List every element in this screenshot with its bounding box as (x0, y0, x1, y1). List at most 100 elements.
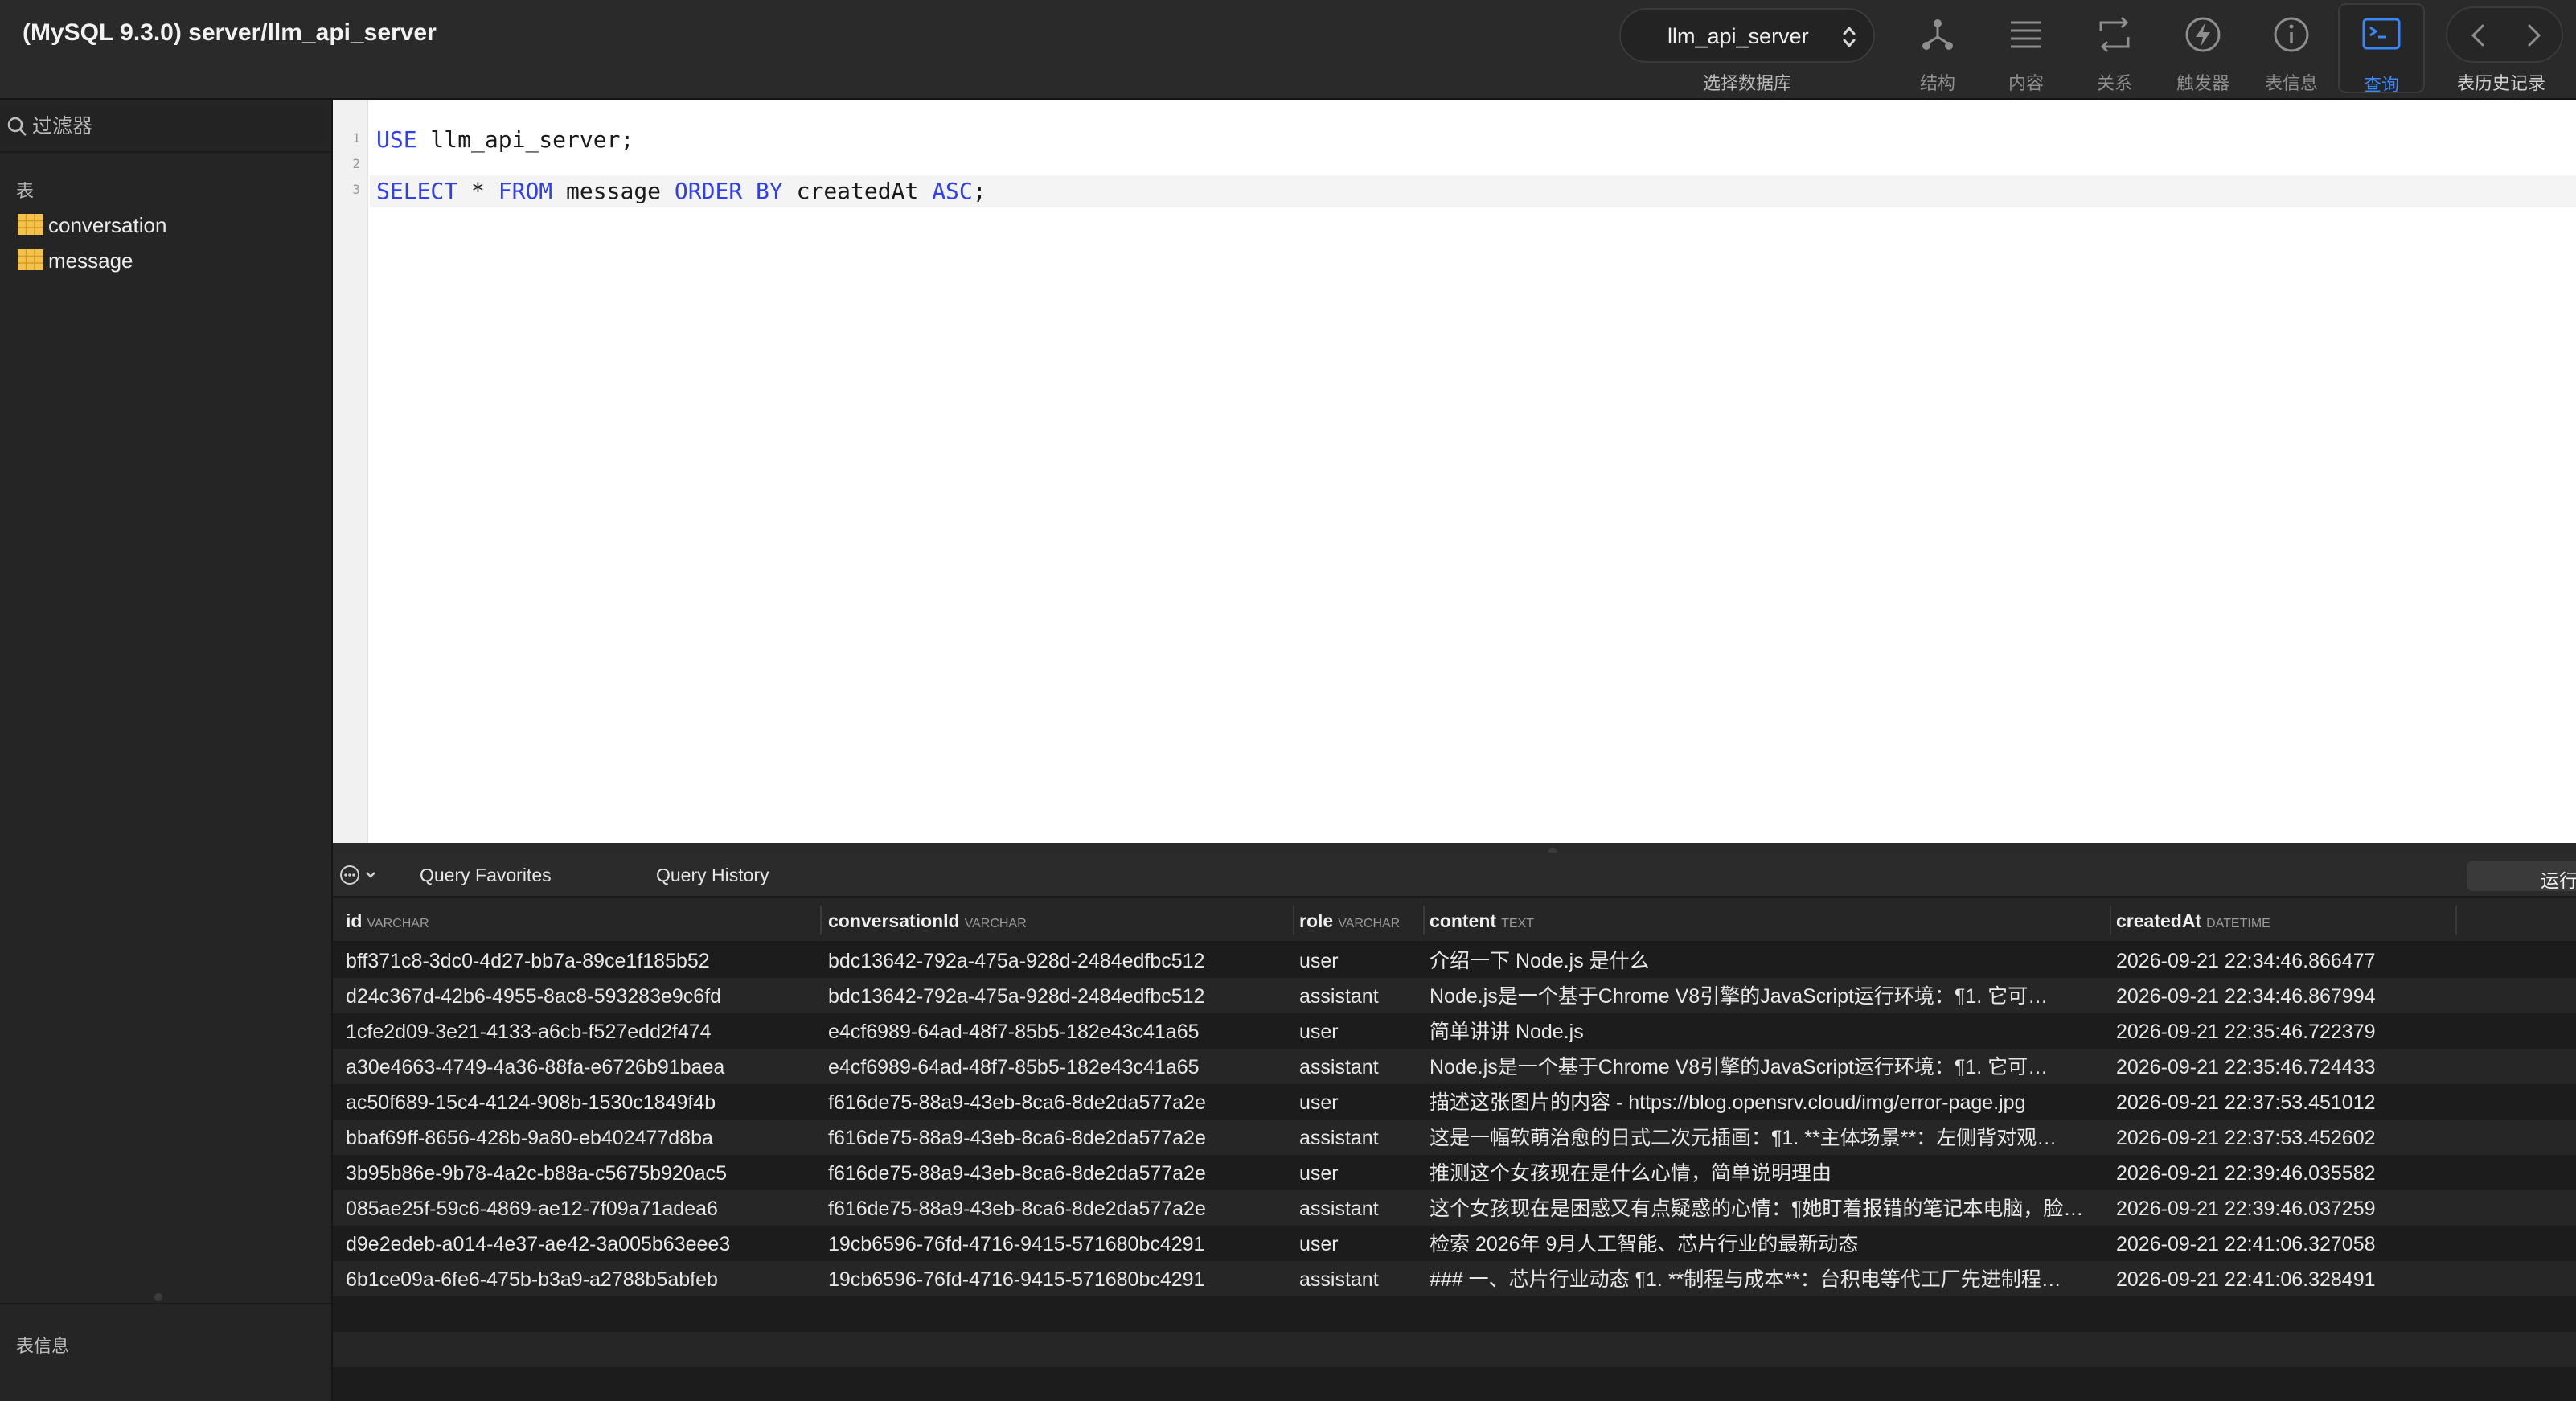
cell-id[interactable]: d9e2edeb-a014-4e37-ae42-3a005b63eee3 (346, 1232, 804, 1256)
cell-id[interactable]: bbaf69ff-8656-428b-9a80-eb402477d8ba (346, 1126, 804, 1150)
tool-query[interactable]: 查询 (2338, 3, 2425, 95)
cell-content[interactable]: 这是一幅软萌治愈的日式二次元插画：¶1. **主体场景**：左侧背对观… (1430, 1126, 2105, 1150)
filter-input[interactable] (32, 113, 314, 140)
table-row[interactable]: bff371c8-3dc0-4d27-bb7a-89ce1f185b52 bdc1… (333, 943, 2576, 978)
column-divider[interactable] (1293, 906, 1294, 935)
cell-content[interactable]: Node.js是一个基于Chrome V8引擎的JavaScript运行环境：¶… (1430, 984, 2105, 1009)
cell-created-at[interactable]: 2026-09-21 22:37:53.452602 (2116, 1126, 2566, 1150)
cell-conversation-id[interactable]: bdc13642-792a-475a-928d-2484edfbc512 (828, 984, 1286, 1009)
tool-relations[interactable]: 关系 (2074, 0, 2155, 95)
cell-conversation-id[interactable]: f616de75-88a9-43eb-8ca6-8de2da577a2e (828, 1091, 1286, 1115)
cell-content[interactable]: 简单讲讲 Node.js (1430, 1020, 2105, 1044)
chevron-left-icon[interactable] (2462, 18, 2497, 53)
column-divider[interactable] (2455, 906, 2457, 935)
cell-id[interactable]: 3b95b86e-9b78-4a2c-b88a-c5675b920ac5 (346, 1161, 804, 1185)
column-divider[interactable] (2110, 906, 2111, 935)
cell-id[interactable]: a30e4663-4749-4a36-88fa-e6726b91baea (346, 1055, 804, 1079)
table-row[interactable]: 1cfe2d09-3e21-4133-a6cb-f527edd2f474 e4cf… (333, 1013, 2576, 1049)
sidebar: 表 conversation message 表信息 (0, 100, 333, 1401)
cell-id[interactable]: bff371c8-3dc0-4d27-bb7a-89ce1f185b52 (346, 949, 804, 973)
cell-created-at[interactable]: 2026-09-21 22:41:06.328491 (2116, 1267, 2566, 1292)
cell-content[interactable]: 检索 2026年 9月人工智能、芯片行业的最新动态 (1430, 1232, 2105, 1256)
cell-content[interactable]: Node.js是一个基于Chrome V8引擎的JavaScript运行环境：¶… (1430, 1055, 2105, 1079)
more-options-icon[interactable] (338, 862, 381, 888)
cell-created-at[interactable]: 2026-09-21 22:41:06.327058 (2116, 1232, 2566, 1256)
database-select[interactable]: llm_api_server (1619, 8, 1875, 63)
cell-role[interactable]: user (1299, 1091, 1420, 1115)
tool-relations-label: 关系 (2096, 73, 2132, 93)
cell-content[interactable]: 介绍一下 Node.js 是什么 (1430, 949, 2105, 973)
sql-text: message (552, 178, 675, 204)
tool-content[interactable]: 内容 (1986, 0, 2066, 95)
table-row[interactable]: bbaf69ff-8656-428b-9a80-eb402477d8ba f616… (333, 1120, 2576, 1155)
cell-id[interactable]: ac50f689-15c4-4124-908b-1530c1849f4b (346, 1091, 804, 1115)
tab-query-favorites[interactable]: Query Favorites (420, 865, 552, 886)
info-icon (2274, 17, 2309, 52)
tool-triggers[interactable]: 触发器 (2163, 0, 2243, 95)
cell-id[interactable]: 6b1ce09a-6fe6-475b-b3a9-a2788b5abfeb (346, 1267, 804, 1292)
cell-created-at[interactable]: 2026-09-21 22:39:46.035582 (2116, 1161, 2566, 1185)
tool-structure[interactable]: 结构 (1897, 0, 1978, 95)
table-row[interactable]: d9e2edeb-a014-4e37-ae42-3a005b63eee3 19cb… (333, 1226, 2576, 1261)
sidebar-item-message[interactable]: message (18, 246, 323, 275)
grid-header: id VARCHAR conversationId VARCHAR role VARC… (333, 898, 2576, 943)
cell-role[interactable]: assistant (1299, 1197, 1420, 1221)
table-row[interactable]: 085ae25f-59c6-4869-ae12-7f09a71adea6 f616… (333, 1190, 2576, 1226)
cell-created-at[interactable]: 2026-09-21 22:39:46.037259 (2116, 1197, 2566, 1221)
cell-role[interactable]: assistant (1299, 984, 1420, 1009)
column-divider[interactable] (1423, 906, 1425, 935)
cell-role[interactable]: assistant (1299, 1126, 1420, 1150)
cell-conversation-id[interactable]: 19cb6596-76fd-4716-9415-571680bc4291 (828, 1267, 1286, 1292)
cell-created-at[interactable]: 2026-09-21 22:35:46.724433 (2116, 1055, 2566, 1079)
table-row[interactable]: 6b1ce09a-6fe6-475b-b3a9-a2788b5abfeb 19cb… (333, 1261, 2576, 1296)
sql-editor[interactable]: 1 2 3 USE llm_api_server; SELECT * FROM … (333, 100, 2576, 843)
cell-conversation-id[interactable]: e4cf6989-64ad-48f7-85b5-182e43c41a65 (828, 1055, 1286, 1079)
cell-conversation-id[interactable]: e4cf6989-64ad-48f7-85b5-182e43c41a65 (828, 1020, 1286, 1044)
cell-created-at[interactable]: 2026-09-21 22:37:53.451012 (2116, 1091, 2566, 1115)
cell-conversation-id[interactable]: f616de75-88a9-43eb-8ca6-8de2da577a2e (828, 1126, 1286, 1150)
tab-query-history[interactable]: Query History (656, 865, 769, 886)
cell-content[interactable]: 描述这张图片的内容 - https://blog.opensrv.cloud/i… (1430, 1091, 2105, 1115)
table-row[interactable]: 3b95b86e-9b78-4a2c-b88a-c5675b920ac5 f616… (333, 1155, 2576, 1190)
cell-created-at[interactable]: 2026-09-21 22:34:46.867994 (2116, 984, 2566, 1009)
tool-table-info[interactable]: 表信息 (2251, 0, 2332, 95)
run-button[interactable]: 运行 (2467, 861, 2576, 891)
cell-role[interactable]: user (1299, 1232, 1420, 1256)
cell-content[interactable]: ### 一、芯片行业动态 ¶1. **制程与成本**：台积电等代工厂先进制程… (1430, 1267, 2105, 1292)
column-header-role[interactable]: role VARCHAR (1299, 910, 1400, 932)
cell-role[interactable]: assistant (1299, 1055, 1420, 1079)
cell-id[interactable]: 085ae25f-59c6-4869-ae12-7f09a71adea6 (346, 1197, 804, 1221)
tool-content-label: 内容 (2008, 73, 2044, 93)
cell-created-at[interactable]: 2026-09-21 22:34:46.866477 (2116, 949, 2566, 973)
line-number: 1 (352, 130, 360, 146)
history-nav (2446, 6, 2563, 63)
sidebar-item-conversation[interactable]: conversation (18, 211, 323, 240)
cell-role[interactable]: assistant (1299, 1267, 1420, 1292)
cell-role[interactable]: user (1299, 1020, 1420, 1044)
cell-id[interactable]: d24c367d-42b6-4955-8ac8-593283e9c6fd (346, 984, 804, 1009)
table-row[interactable]: ac50f689-15c4-4124-908b-1530c1849f4b f616… (333, 1084, 2576, 1120)
cell-conversation-id[interactable]: 19cb6596-76fd-4716-9415-571680bc4291 (828, 1232, 1286, 1256)
cell-created-at[interactable]: 2026-09-21 22:35:46.722379 (2116, 1020, 2566, 1044)
column-header-createdat[interactable]: createdAt DATETIME (2116, 910, 2270, 932)
column-header-conversationid[interactable]: conversationId VARCHAR (828, 910, 1027, 932)
editor-results-splitter[interactable] (333, 843, 2576, 856)
trigger-bolt-icon (2185, 17, 2221, 52)
chevron-right-icon[interactable] (2515, 18, 2550, 53)
tool-table-info-label: 表信息 (2264, 73, 2318, 93)
column-header-content[interactable]: content TEXT (1430, 910, 1534, 932)
cell-conversation-id[interactable]: f616de75-88a9-43eb-8ca6-8de2da577a2e (828, 1197, 1286, 1221)
cell-content[interactable]: 这个女孩现在是困惑又有点疑惑的心情：¶她盯着报错的笔记本电脑，脸… (1430, 1197, 2105, 1221)
column-header-id[interactable]: id VARCHAR (346, 910, 429, 932)
table-row[interactable]: a30e4663-4749-4a36-88fa-e6726b91baea e4cf… (333, 1049, 2576, 1084)
cell-role[interactable]: user (1299, 1161, 1420, 1185)
cell-role[interactable]: user (1299, 949, 1420, 973)
column-divider[interactable] (820, 906, 822, 935)
cell-conversation-id[interactable]: bdc13642-792a-475a-928d-2484edfbc512 (828, 949, 1286, 973)
cell-id[interactable]: 1cfe2d09-3e21-4133-a6cb-f527edd2f474 (346, 1020, 804, 1044)
sidebar-resize-handle[interactable] (154, 1293, 162, 1301)
table-row[interactable]: d24c367d-42b6-4955-8ac8-593283e9c6fd bdc1… (333, 978, 2576, 1013)
filter-box (0, 106, 325, 146)
cell-conversation-id[interactable]: f616de75-88a9-43eb-8ca6-8de2da577a2e (828, 1161, 1286, 1185)
cell-content[interactable]: 推测这个女孩现在是什么心情，简单说明理由 (1430, 1161, 2105, 1185)
